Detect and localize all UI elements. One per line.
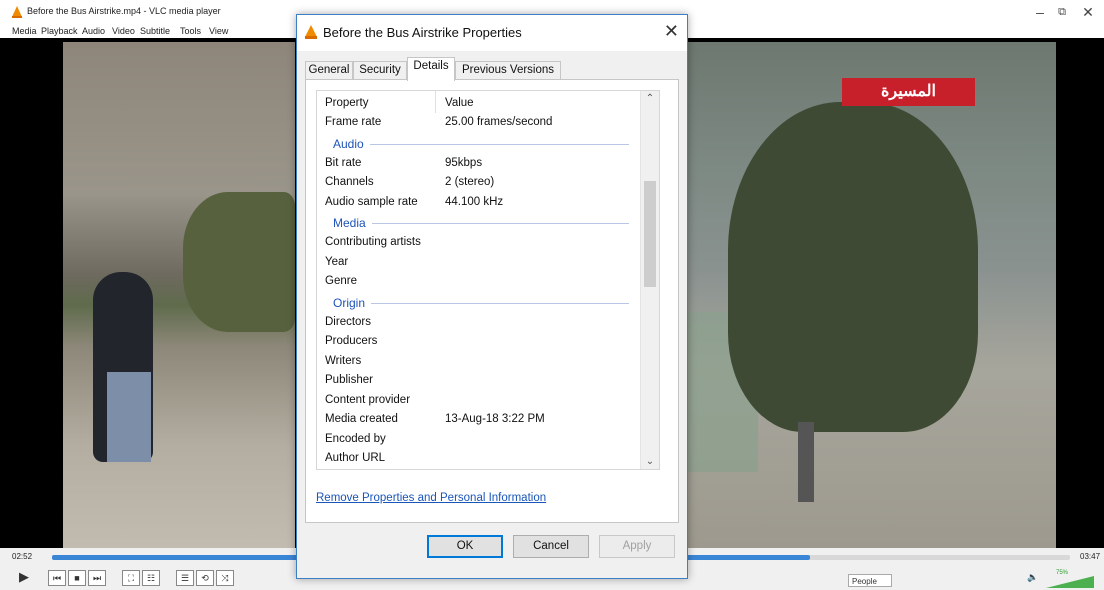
property-value: 95kbps [445, 156, 483, 169]
property-name: Publisher [325, 374, 373, 386]
property-value: 2 (stereo) [445, 176, 495, 188]
menu-view[interactable]: View [209, 26, 228, 36]
stop-icon[interactable]: ■ [68, 570, 86, 586]
column-value[interactable]: Value [445, 97, 474, 109]
property-name: Author URL [325, 452, 386, 464]
property-name: Channels [325, 176, 374, 188]
property-name: Producers [325, 335, 378, 347]
property-row[interactable]: Directors [317, 313, 639, 333]
details-panel: Property Value Frame rate 25.00 frames/se… [305, 79, 679, 523]
property-name: Encoded by [325, 432, 386, 445]
speaker-icon[interactable]: 🔈 [1026, 570, 1040, 584]
property-name: Frame rate [325, 116, 382, 128]
property-row[interactable]: Producers [317, 332, 639, 352]
property-name: Audio sample rate [325, 195, 418, 208]
property-name: Contributing artists [325, 236, 421, 248]
tab-previous-versions[interactable]: Previous Versions [455, 61, 561, 80]
group-label: Origin [333, 295, 372, 310]
time-elapsed: 02:52 [12, 552, 33, 561]
cancel-button[interactable]: Cancel [513, 535, 589, 558]
property-row[interactable]: Media created 13-Aug-18 3:22 PM [317, 410, 639, 430]
property-name: Bit rate [325, 156, 362, 169]
time-total: 03:47 [1080, 552, 1101, 561]
property-row[interactable]: Encoded by [317, 430, 639, 450]
ok-button[interactable]: OK [427, 535, 503, 558]
list-header: Property Value [317, 91, 639, 113]
people-button[interactable]: People [848, 574, 892, 587]
property-row[interactable]: Contributing artists [317, 233, 639, 253]
scroll-thumb[interactable] [644, 181, 656, 287]
property-row[interactable]: Audio sample rate 44.100 kHz [317, 193, 639, 213]
property-name: Media created [325, 413, 398, 425]
menu-media[interactable]: Media [12, 26, 37, 36]
property-list[interactable]: Property Value Frame rate 25.00 frames/se… [316, 90, 660, 470]
apply-button[interactable]: Apply [599, 535, 675, 558]
menu-video[interactable]: Video [112, 26, 135, 36]
property-value: 25.00 frames/second [445, 116, 553, 128]
vlc-window-title: Before the Bus Airstrike.mp4 - VLC media… [27, 6, 221, 16]
dialog-title-bar: Before the Bus Airstrike Properties ✕ [297, 15, 687, 51]
column-property[interactable]: Property [325, 97, 368, 109]
channel-logo: المسيرة [842, 78, 975, 106]
property-row[interactable]: Bit rate 95kbps [317, 154, 639, 174]
group-label: Audio [333, 136, 370, 151]
previous-icon[interactable]: ⏮ [48, 570, 66, 586]
loop-icon[interactable]: ⟲ [196, 570, 214, 586]
next-icon[interactable]: ⏭ [88, 570, 106, 586]
volume-label: 75% [1056, 570, 1069, 576]
property-name: Directors [325, 315, 372, 328]
tab-security[interactable]: Security [353, 61, 407, 80]
playlist-icon[interactable]: ☰ [176, 570, 194, 586]
menu-playback[interactable]: Playback [41, 26, 78, 36]
property-name: Content provider [325, 393, 411, 406]
menu-audio[interactable]: Audio [82, 26, 105, 36]
tab-general[interactable]: General [305, 61, 353, 80]
shuffle-icon[interactable]: ⤨ [216, 570, 234, 586]
vlc-cone-icon [305, 25, 317, 39]
property-name: Year [325, 255, 349, 268]
tree-figure [728, 102, 978, 432]
property-name: Writers [325, 354, 362, 367]
group-header: Media [317, 212, 639, 233]
close-button[interactable]: ✕ [1078, 4, 1098, 21]
property-value: 44.100 kHz [445, 195, 504, 208]
property-rows: Frame rate 25.00 frames/second Audio Bit ra… [317, 113, 639, 469]
minimize-button[interactable]: – [1030, 4, 1050, 20]
vertical-scrollbar[interactable]: ⌃ ⌄ [640, 91, 659, 469]
property-row[interactable]: Genre [317, 272, 639, 292]
vlc-cone-icon [12, 6, 22, 18]
tab-details[interactable]: Details [407, 57, 455, 81]
property-value: 13-Aug-18 3:22 PM [445, 413, 545, 425]
menu-tools[interactable]: Tools [180, 26, 201, 36]
extended-settings-icon[interactable]: ☷ [142, 570, 160, 586]
group-header: Origin [317, 292, 639, 313]
video-scene-left [63, 42, 295, 548]
property-row[interactable]: Publisher [317, 371, 639, 391]
group-header: Audio [317, 133, 639, 154]
dialog-close-button[interactable]: ✕ [664, 21, 679, 42]
property-row[interactable]: Channels 2 (stereo) [317, 173, 639, 193]
property-row[interactable]: Author URL [317, 449, 639, 469]
restore-button[interactable]: ⧉ [1052, 6, 1072, 19]
scroll-down-icon[interactable]: ⌄ [641, 456, 659, 467]
menu-subtitle[interactable]: Subtitle [140, 26, 170, 36]
dialog-title: Before the Bus Airstrike Properties [323, 25, 522, 40]
property-row[interactable]: Content provider [317, 391, 639, 411]
property-name: Genre [325, 275, 357, 287]
volume-slider[interactable] [1046, 576, 1094, 588]
play-icon[interactable]: ▶ [12, 570, 36, 584]
group-label: Media [333, 216, 372, 230]
property-row[interactable]: Writers [317, 352, 639, 372]
video-scene-right: المسيرة [688, 42, 1056, 548]
remove-properties-link[interactable]: Remove Properties and Personal Informati… [316, 492, 546, 504]
fullscreen-icon[interactable]: ⛶ [122, 570, 140, 586]
property-row[interactable]: Frame rate 25.00 frames/second [317, 113, 639, 133]
scroll-up-icon[interactable]: ⌃ [641, 93, 659, 104]
properties-dialog: Before the Bus Airstrike Properties ✕ Ge… [296, 14, 688, 579]
property-row[interactable]: Year [317, 253, 639, 273]
